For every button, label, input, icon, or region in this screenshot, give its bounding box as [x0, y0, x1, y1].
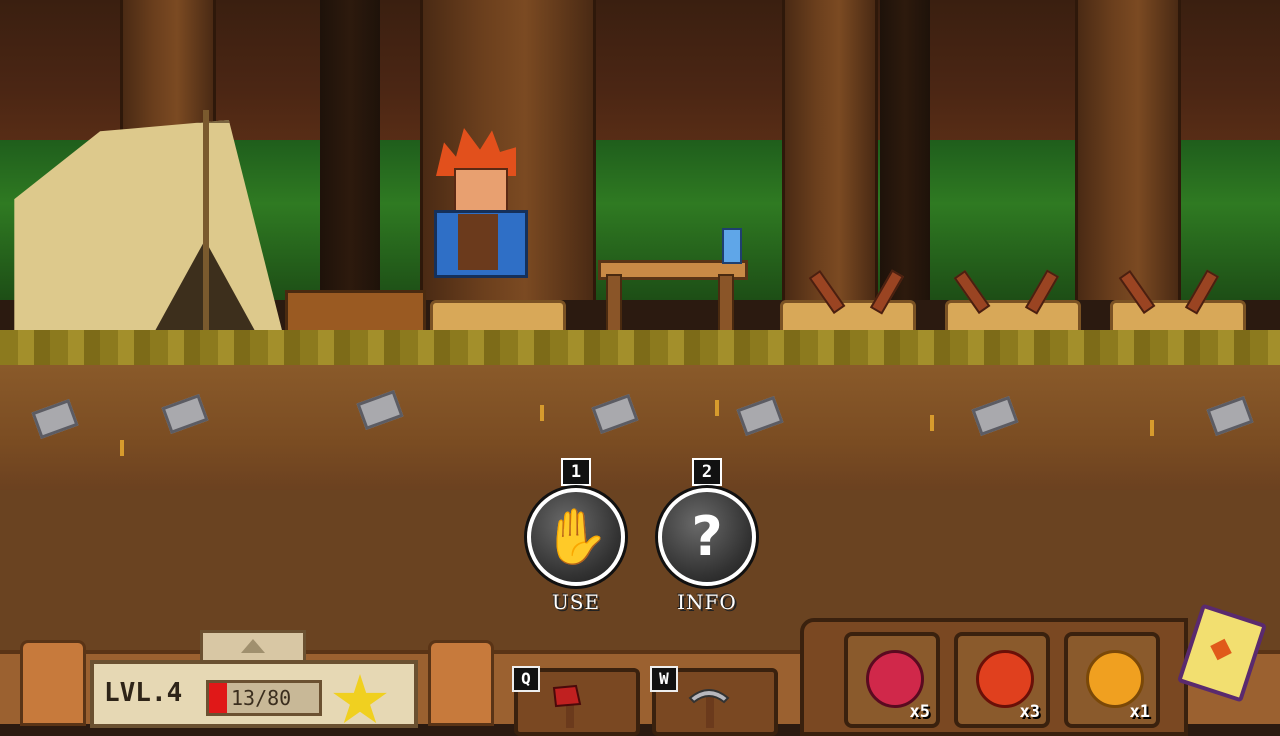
tree-trunk — [782, 0, 878, 300]
ore-fleck — [120, 440, 124, 456]
use-label: USE — [551, 590, 601, 614]
info-action[interactable]: 2 ? INFO — [658, 458, 756, 618]
use-hotkey: 1 — [561, 458, 591, 486]
health-bar: 13/80 — [206, 680, 322, 716]
skill-slot-w[interactable]: W — [650, 666, 778, 736]
skill-slot-q[interactable]: Q — [512, 666, 640, 736]
info-label: INFO — [677, 590, 737, 614]
tree-trunk — [880, 0, 930, 300]
inventory-slot-tomato[interactable]: x3 — [954, 632, 1050, 728]
heart-icon — [1210, 638, 1232, 661]
question-icon: ? — [691, 505, 723, 568]
player-vest — [458, 214, 498, 270]
tent[interactable] — [0, 100, 286, 346]
tree-trunk — [320, 0, 380, 300]
player-character — [428, 128, 528, 278]
ore-fleck — [1150, 420, 1154, 436]
dirt-layer — [0, 365, 1280, 495]
bottle-icon — [722, 228, 742, 264]
arrow-up-icon — [241, 639, 265, 653]
tomato-icon — [976, 650, 1034, 708]
hud-post — [428, 640, 494, 726]
inventory-slot-berries[interactable]: x5 — [844, 632, 940, 728]
pickaxe-icon — [688, 689, 730, 728]
hud-post — [20, 640, 86, 726]
tent-pole — [203, 110, 209, 340]
expand-hud-tab[interactable] — [200, 630, 306, 663]
item-count: x5 — [909, 702, 930, 722]
inventory-slot-pumpkin[interactable]: x1 — [1064, 632, 1160, 728]
use-action[interactable]: 1 ✋ USE — [527, 458, 625, 618]
item-count: x1 — [1129, 702, 1150, 722]
ore-fleck — [540, 405, 544, 421]
tree-trunk — [1075, 0, 1181, 300]
health-bar-fill — [209, 683, 227, 713]
skill-hotkey: W — [650, 666, 678, 692]
hand-icon: ✋ — [542, 505, 610, 568]
grass-ground — [0, 330, 1280, 370]
health-text: 13/80 — [231, 686, 292, 710]
info-hotkey: 2 — [692, 458, 722, 486]
pumpkin-icon — [1086, 650, 1144, 708]
inventory-bar: x5 x3 x1 — [800, 618, 1188, 736]
skill-hotkey: Q — [512, 666, 540, 692]
berries-icon — [866, 650, 924, 708]
axe-icon — [552, 684, 582, 728]
player-stats-panel: LVL.4 13/80 — [90, 660, 418, 728]
item-count: x3 — [1019, 702, 1040, 722]
ore-fleck — [930, 415, 934, 431]
level-label: LVL.4 — [104, 678, 183, 708]
ore-fleck — [715, 400, 719, 416]
